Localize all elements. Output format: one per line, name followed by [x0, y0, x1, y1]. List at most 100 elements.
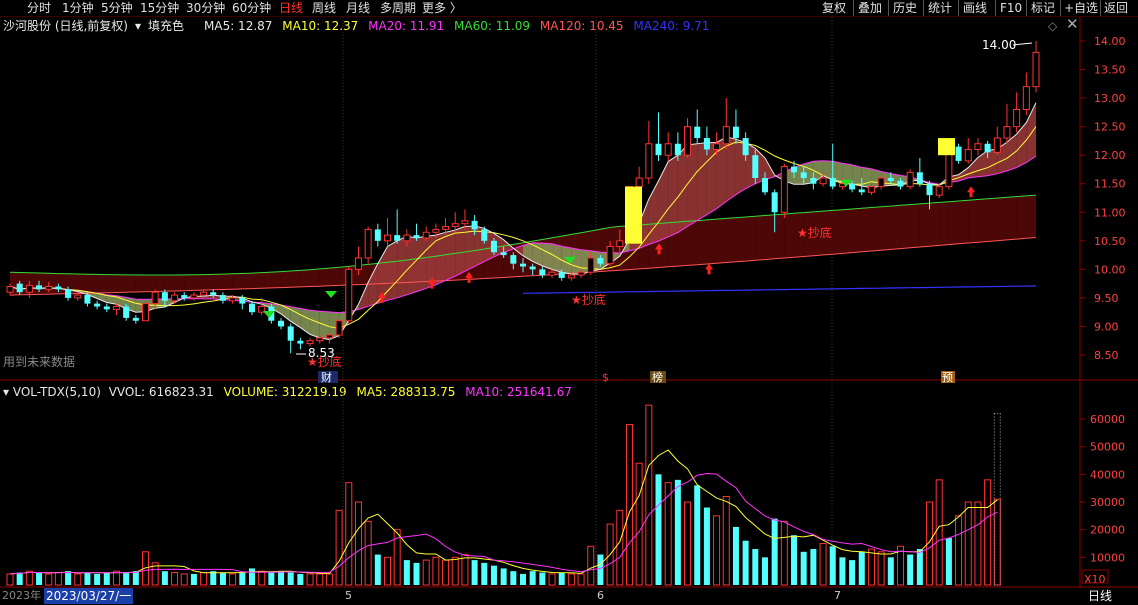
- tab-30min[interactable]: 30分钟: [186, 0, 225, 16]
- tab-1min[interactable]: 1分钟: [62, 0, 94, 16]
- candle-body-up: [877, 177, 885, 188]
- volume-bar-up: [722, 495, 730, 586]
- volume-bar-down: [703, 507, 710, 585]
- ma5-ma20-band: [677, 144, 688, 233]
- volume-ma5-line: [9, 449, 998, 575]
- ma60-ma120-band: [164, 274, 175, 292]
- candle-body-down: [897, 180, 904, 187]
- ma5-ma20-band: [668, 155, 678, 237]
- ma60-ma120-band: [852, 208, 862, 253]
- draw-button[interactable]: 画线: [958, 0, 987, 16]
- volume-bar-down: [887, 557, 894, 585]
- ma5-ma20-band: [416, 236, 427, 292]
- volume-bar-down: [945, 537, 952, 585]
- candle-body-up: [577, 271, 585, 276]
- volume-bar-down: [761, 557, 768, 585]
- candle-body-down: [471, 220, 478, 230]
- ma60-ma120-band: [726, 217, 736, 263]
- volume-bar-up: [974, 501, 982, 586]
- ma5-ma20-band: [852, 164, 862, 187]
- volume-bar-down: [674, 479, 681, 585]
- candle-body-down: [761, 178, 768, 193]
- volume-bar-up: [364, 520, 372, 586]
- f10-button[interactable]: F10: [995, 0, 1022, 16]
- volume-bar-up: [45, 573, 53, 586]
- add-watchlist-button[interactable]: +自选: [1060, 0, 1098, 16]
- candle-body-up: [354, 257, 362, 270]
- candle-body-up: [819, 177, 827, 185]
- tab-monthly[interactable]: 月线: [346, 0, 370, 16]
- volume-bar-up: [74, 573, 82, 586]
- tab-fenshi[interactable]: 分时: [27, 0, 51, 16]
- volume-bar-down: [471, 560, 478, 585]
- volume-bar-down: [597, 554, 604, 585]
- volume-bar-down: [732, 526, 739, 585]
- volume-bar-down: [519, 573, 527, 585]
- candle-body-up: [112, 305, 120, 310]
- tab-more[interactable]: 更多 〉: [422, 0, 462, 16]
- candle-body-up: [1003, 126, 1011, 139]
- candle-body-down: [490, 240, 497, 253]
- tab-5min[interactable]: 5分钟: [101, 0, 133, 16]
- ma60-ma120-band: [1016, 195, 1027, 240]
- volume-bar-up: [354, 501, 362, 586]
- volume-bar-down: [752, 549, 759, 585]
- ma60-ma120-band: [900, 204, 911, 249]
- ma5-ma20-band: [542, 243, 553, 270]
- volume-bar-up: [819, 543, 827, 586]
- volume-bar-down: [219, 572, 226, 585]
- tab-daily[interactable]: 日线: [279, 0, 303, 16]
- volume-bar-down: [907, 554, 914, 585]
- candle-body-up: [1032, 51, 1040, 88]
- volume-bar-down: [500, 568, 507, 585]
- volume-bar-down: [297, 573, 304, 585]
- volume-bar-down: [36, 572, 43, 585]
- ma60-ma120-band: [222, 273, 233, 290]
- candle-body-up: [335, 320, 343, 336]
- candle-body-down: [181, 295, 188, 298]
- mark-button[interactable]: 标记: [1026, 0, 1055, 16]
- candle-body-down: [481, 229, 488, 241]
- volume-bar-up: [6, 573, 14, 586]
- volume-bar-up: [625, 424, 633, 586]
- back-button[interactable]: 返回: [1100, 0, 1128, 16]
- volume-bar-down: [791, 535, 798, 585]
- tab-60min[interactable]: 60分钟: [232, 0, 271, 16]
- volume-bar-down: [694, 485, 701, 585]
- top-toolbar: 分时 1分钟 5分钟 15分钟 30分钟 60分钟 日线 周线 月线 多周期 更…: [0, 0, 1138, 17]
- ma5-ma20-band: [455, 226, 465, 277]
- volume-bar-down: [529, 571, 536, 585]
- candle-body-down: [529, 266, 536, 270]
- tab-multi-period[interactable]: 多周期: [380, 0, 416, 16]
- volume-tick-label: 30000: [1090, 496, 1125, 509]
- buy-arrow-icon: [705, 263, 713, 275]
- fuquan-button[interactable]: 复权: [822, 0, 846, 16]
- ma60-ma120-band: [832, 209, 843, 255]
- volume-bar-down: [490, 565, 497, 585]
- candle-body-down: [558, 272, 565, 278]
- tab-weekly[interactable]: 周线: [312, 0, 336, 16]
- candle-body-down: [161, 292, 168, 301]
- tab-15min[interactable]: 15分钟: [140, 0, 179, 16]
- price-tick-label: 9.50: [1094, 292, 1119, 305]
- volume-bar-down: [123, 572, 130, 585]
- volume-bar-up: [325, 573, 333, 586]
- ma60-ma120-band: [126, 274, 136, 293]
- kline-chart[interactable]: 8.50 9.00 9.50 10.00 10.50 11.00 11.50 12.00 12.…: [0, 17, 1138, 605]
- candle-body-down: [771, 192, 778, 213]
- candle-body-down: [742, 138, 749, 156]
- volume-bar-down: [839, 557, 846, 585]
- overlay-button[interactable]: 叠加: [853, 0, 882, 16]
- volume-bar-up: [316, 573, 324, 586]
- candle-body-down: [674, 143, 681, 156]
- ma60-ma120-band: [203, 274, 214, 291]
- stats-button[interactable]: 统计: [923, 0, 952, 16]
- ma5-ma20-band: [397, 236, 407, 298]
- volume-bar-down: [239, 572, 246, 585]
- ma60-ma120-band: [735, 216, 746, 262]
- volume-bar-up: [432, 556, 440, 586]
- volume-bar-down: [65, 571, 72, 585]
- period-label[interactable]: 日线: [1088, 588, 1112, 604]
- volume-bar-up: [984, 479, 992, 586]
- history-button[interactable]: 历史: [888, 0, 917, 16]
